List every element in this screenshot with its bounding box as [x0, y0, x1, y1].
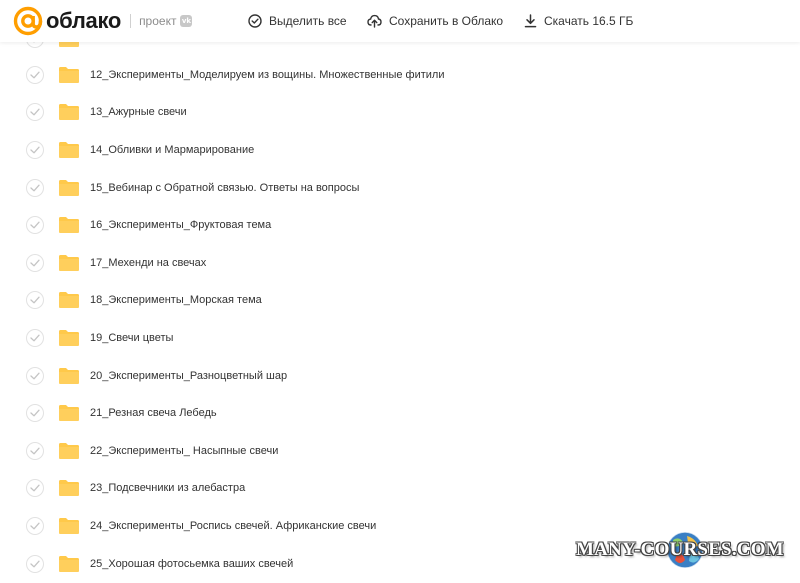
check-icon	[30, 372, 40, 380]
watermark-text: MANY-COURSES.COM	[576, 539, 784, 560]
folder-icon	[59, 179, 79, 196]
check-icon	[30, 484, 40, 492]
list-item[interactable]: 13_Ажурные свечи	[0, 94, 800, 132]
select-checkbox[interactable]	[26, 441, 44, 460]
list-item[interactable]: 15_Вебинар с Обратной связью. Ответы на …	[0, 169, 800, 207]
select-checkbox[interactable]	[26, 103, 44, 122]
list-item[interactable]: 14_Обливки и Мармарирование	[0, 131, 800, 169]
folder-icon	[59, 405, 79, 422]
folder-icon	[59, 442, 79, 459]
folder-icon	[59, 104, 79, 121]
select-checkbox[interactable]	[26, 479, 44, 498]
check-icon	[30, 560, 40, 568]
folder-icon	[59, 66, 79, 83]
select-checkbox[interactable]	[26, 366, 44, 385]
select-checkbox[interactable]	[26, 328, 44, 347]
select-all-label: Выделить все	[269, 14, 347, 28]
folder-name[interactable]: 24_Эксперименты_Роспись свечей. Африканс…	[90, 520, 376, 532]
select-all-button[interactable]: Выделить все	[248, 0, 347, 42]
cloud-logo[interactable]: облако проект vk	[13, 6, 193, 36]
select-checkbox[interactable]	[26, 178, 44, 197]
check-icon	[30, 71, 40, 79]
project-label: проект	[139, 14, 177, 28]
select-checkbox[interactable]	[26, 140, 44, 159]
cloud-folder-page: 12_Эксперименты_Моделируем из вощины. Мн…	[0, 0, 800, 583]
select-checkbox[interactable]	[26, 554, 44, 573]
check-icon	[30, 447, 40, 455]
folder-icon	[59, 217, 79, 234]
folder-icon	[59, 517, 79, 534]
check-icon	[30, 184, 40, 192]
folder-name[interactable]: 13_Ажурные свечи	[90, 106, 187, 118]
logo-text: облако	[46, 8, 122, 33]
cloud-upload-icon	[367, 14, 382, 28]
download-button[interactable]: Скачать 16.5 ГБ	[524, 0, 633, 42]
select-checkbox[interactable]	[26, 253, 44, 272]
list-item[interactable]: 19_Свечи цветы	[0, 319, 800, 357]
folder-name[interactable]: 18_Эксперименты_Морская тема	[90, 294, 262, 306]
check-icon	[30, 146, 40, 154]
select-checkbox[interactable]	[26, 216, 44, 235]
watermark: MANY-COURSES.COM	[570, 526, 795, 578]
check-icon	[30, 334, 40, 342]
folder-name[interactable]: 17_Мехенди на свечах	[90, 257, 206, 269]
folder-name[interactable]: 21_Резная свеча Лебедь	[90, 407, 217, 419]
folder-name[interactable]: 20_Эксперименты_Разноцветный шар	[90, 370, 287, 382]
download-icon	[524, 14, 537, 28]
folder-name[interactable]: 15_Вебинар с Обратной связью. Ответы на …	[90, 182, 359, 194]
folder-icon	[59, 141, 79, 158]
check-icon	[30, 259, 40, 267]
folder-name[interactable]: 16_Эксперименты_Фруктовая тема	[90, 219, 271, 231]
folder-icon	[59, 367, 79, 384]
folder-icon	[59, 329, 79, 346]
save-to-cloud-button[interactable]: Сохранить в Облако	[367, 0, 503, 42]
select-checkbox[interactable]	[26, 65, 44, 84]
check-icon	[30, 296, 40, 304]
folder-icon	[59, 292, 79, 309]
list-item[interactable]: 12_Эксперименты_Моделируем из вощины. Мн…	[0, 56, 800, 94]
download-label: Скачать 16.5 ГБ	[544, 14, 634, 28]
check-icon	[30, 522, 40, 530]
save-to-cloud-label: Сохранить в Облако	[389, 14, 504, 28]
list-item[interactable]: 23_Подсвечники из алебастра	[0, 470, 800, 508]
logo-divider	[130, 14, 132, 28]
select-checkbox[interactable]	[26, 516, 44, 535]
vk-badge-icon: vk	[180, 15, 193, 27]
at-sign-logo-icon	[13, 6, 43, 36]
folder-icon	[59, 555, 79, 572]
folder-icon	[59, 480, 79, 497]
top-header: облако проект vk Выделить все Сохранить …	[0, 0, 800, 42]
list-item[interactable]: 21_Резная свеча Лебедь	[0, 394, 800, 432]
folder-name[interactable]: 12_Эксперименты_Моделируем из вощины. Мн…	[90, 69, 444, 81]
check-icon	[30, 108, 40, 116]
folder-name[interactable]: 22_Эксперименты_ Насыпные свечи	[90, 445, 278, 457]
folder-name[interactable]: 23_Подсвечники из алебастра	[90, 482, 245, 494]
list-item[interactable]: 16_Эксперименты_Фруктовая тема	[0, 206, 800, 244]
select-checkbox[interactable]	[26, 291, 44, 310]
list-item[interactable]: 18_Эксперименты_Морская тема	[0, 282, 800, 320]
folder-icon	[59, 254, 79, 271]
check-circle-icon	[248, 14, 262, 28]
folder-name[interactable]: 25_Хорошая фотосьемка ваших свечей	[90, 558, 293, 570]
list-item[interactable]: 20_Эксперименты_Разноцветный шар	[0, 357, 800, 395]
list-item[interactable]: 22_Эксперименты_ Насыпные свечи	[0, 432, 800, 470]
check-icon	[30, 221, 40, 229]
folder-name[interactable]: 14_Обливки и Мармарирование	[90, 144, 254, 156]
list-item[interactable]: 17_Мехенди на свечах	[0, 244, 800, 282]
folder-name[interactable]: 19_Свечи цветы	[90, 332, 173, 344]
select-checkbox[interactable]	[26, 404, 44, 423]
check-icon	[30, 409, 40, 417]
